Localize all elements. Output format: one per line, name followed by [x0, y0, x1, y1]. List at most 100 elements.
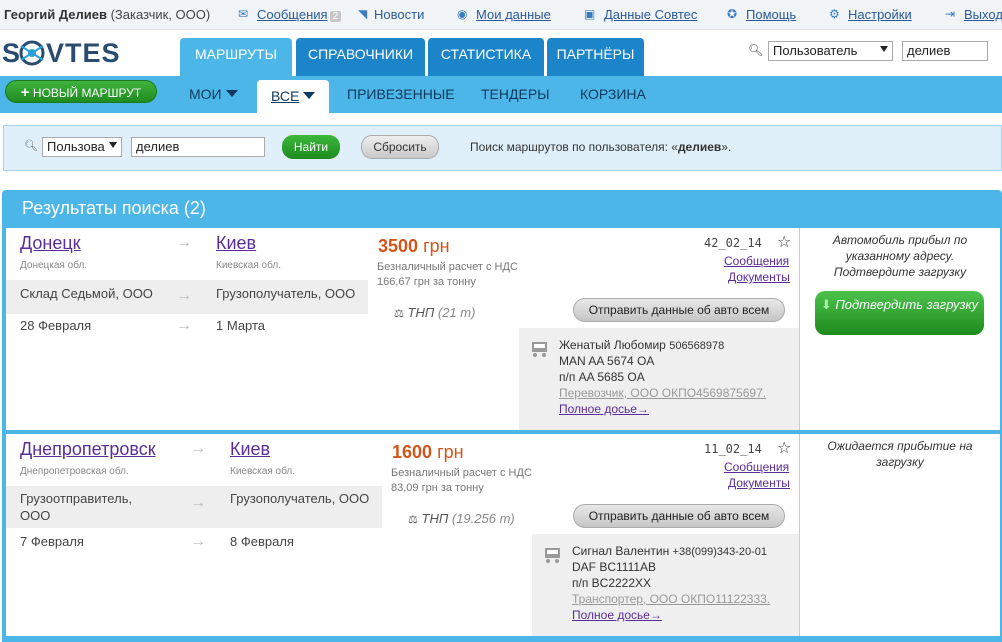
results-title: Результаты поиска (2): [22, 198, 206, 218]
arrow-icon: →: [190, 494, 206, 511]
profile-icon: ◉: [457, 7, 468, 21]
trailer-number: п/п AA 5685 OA: [559, 370, 645, 384]
confirm-label: Подтвердить загрузку: [835, 297, 979, 312]
send-vehicle-data-button[interactable]: Отправить данные об авто всем: [573, 298, 785, 322]
messages-link[interactable]: Сообщения: [724, 254, 789, 268]
tab-statistics[interactable]: СТАТИСТИКА: [428, 38, 544, 76]
subnav-mine-label: МОИ: [189, 86, 222, 102]
messages-link[interactable]: Сообщения: [724, 460, 789, 474]
messages-link[interactable]: Сообщения 2: [257, 7, 342, 22]
star-icon[interactable]: ☆: [777, 438, 791, 458]
header-search-input[interactable]: делиев: [902, 41, 988, 61]
user-role: (Заказчик, ООО): [110, 7, 211, 22]
arrow-icon: →: [190, 440, 206, 457]
logo[interactable]: S VTES: [2, 38, 142, 68]
to-city-link[interactable]: Киев: [230, 439, 270, 460]
date-from: 28 Февраля: [20, 318, 92, 333]
cargo-weight: (21 т): [437, 305, 476, 320]
svg-text:S: S: [2, 38, 21, 68]
price-value: 1600: [392, 442, 433, 462]
subnav-delivered[interactable]: ПРИВЕЗЕННЫЕ: [347, 86, 455, 102]
sub-navigation: + НОВЫЙ МАРШРУТ МОИ ВСЕ ПРИВЕЗЕННЫЕ ТЕНД…: [0, 76, 1002, 113]
date-from: 7 Февраля: [20, 534, 84, 549]
help-icon: ✪: [727, 7, 738, 21]
new-route-button[interactable]: + НОВЫЙ МАРШРУТ: [5, 80, 157, 103]
summary-suffix: ».: [721, 140, 732, 154]
arrow-icon: →: [176, 317, 192, 334]
payment-type: Безналичный расчет с НДС: [377, 261, 518, 273]
driver-name: Женатый Любомир: [559, 338, 666, 352]
subnav-tenders[interactable]: ТЕНДЕРЫ: [481, 86, 550, 102]
search-panel: 🔍︎ Пользова делиев Найти Сбросить Поиск …: [3, 125, 1002, 171]
subnav-all-label: ВСЕ: [271, 88, 300, 104]
vehicle-number: MAN AA 5674 OA: [559, 354, 655, 368]
subnav-trash[interactable]: КОРЗИНА: [580, 86, 646, 102]
parties-row: Склад Седьмой, ООО → Грузополучатель, ОО…: [6, 280, 368, 314]
date-to: 8 Февраля: [230, 534, 294, 549]
to-city-link[interactable]: Киев: [216, 233, 256, 254]
driver-name-line: Сигнал Валентин +38(099)343-20-01: [572, 544, 767, 558]
status-panel: Ожидается прибытие на загрузку: [799, 434, 1000, 636]
price: 1600 грн: [392, 442, 464, 463]
header-search-type-select[interactable]: Пользователь: [768, 41, 893, 61]
summary-prefix: Поиск маршрутов по пользователя: «: [470, 140, 678, 154]
star-icon[interactable]: ☆: [777, 232, 791, 252]
carrier-link[interactable]: Перевозчик, ООО ОКПО4569875697.: [559, 386, 766, 400]
tab-routes[interactable]: МАРШРУТЫ: [180, 38, 292, 76]
logout-link[interactable]: Выход: [964, 7, 1002, 22]
weight-icon: ⚖: [408, 514, 418, 526]
help-link[interactable]: Помощь: [746, 7, 796, 22]
status-panel: Автомобиль прибыл по указанному адресу. …: [799, 228, 1000, 430]
messages-count-badge: 2: [329, 11, 342, 22]
cargo: ⚖ ТНП (21 т): [394, 305, 475, 320]
download-arrow-icon: ⬇: [820, 297, 832, 312]
tab-partners[interactable]: ПАРТНЁРЫ: [547, 38, 644, 76]
from-city-link[interactable]: Днепропетровск: [20, 439, 156, 460]
trailer-number: п/п BC2222XX: [572, 576, 652, 590]
route-card: Днепропетровск Днепропетровская обл. → К…: [6, 434, 1000, 636]
payment-type: Безналичный расчет с НДС: [391, 467, 532, 479]
driver-name: Сигнал Валентин: [572, 544, 670, 558]
subnav-mine[interactable]: МОИ: [189, 86, 238, 102]
search-type-select[interactable]: Пользова: [42, 137, 122, 157]
vehicle-number: DAF BC1111AB: [572, 560, 657, 574]
arrow-icon: →: [176, 287, 192, 304]
documents-link[interactable]: Документы: [728, 476, 790, 490]
settings-link[interactable]: Настройки: [848, 7, 912, 22]
new-route-label: НОВЫЙ МАРШРУТ: [32, 86, 142, 100]
arrow-icon: →: [190, 533, 206, 550]
cargo-weight: (19.256 т): [451, 511, 515, 526]
weight-icon: ⚖: [394, 308, 404, 320]
sovtes-data-link[interactable]: Данные Совтес: [604, 7, 697, 22]
search-select-value: Пользова: [47, 139, 105, 154]
truck-icon: [545, 548, 560, 563]
subnav-all[interactable]: ВСЕ: [257, 80, 330, 113]
tab-directories[interactable]: СПРАВОЧНИКИ: [296, 38, 425, 76]
search-input[interactable]: делиев: [131, 137, 265, 157]
price-value: 3500: [378, 236, 419, 256]
sender: Склад Седьмой, ООО: [20, 286, 153, 301]
search-summary: Поиск маршрутов по пользователя: «делиев…: [470, 140, 731, 154]
reset-button[interactable]: Сбросить: [361, 135, 439, 159]
logout-icon: ⇥: [945, 7, 956, 21]
news-link[interactable]: Новости: [374, 7, 424, 22]
full-dossier-link[interactable]: Полное досье→: [572, 608, 662, 622]
driver-phone: 506568978: [669, 340, 725, 352]
from-region: Донецкая обл.: [20, 260, 88, 271]
plus-icon: +: [20, 84, 30, 101]
my-data-link[interactable]: Мои данные: [476, 7, 551, 22]
results-panel: Результаты поиска (2) Донецк Донецкая об…: [2, 190, 1002, 642]
send-vehicle-data-button[interactable]: Отправить данные об авто всем: [573, 504, 785, 528]
full-dossier-link[interactable]: Полное досье→: [559, 402, 649, 416]
documents-link[interactable]: Документы: [728, 270, 790, 284]
header-select-value: Пользователь: [773, 43, 858, 58]
find-button[interactable]: Найти: [282, 135, 340, 159]
cargo-type: ТНП: [421, 511, 449, 526]
from-city-link[interactable]: Донецк: [20, 233, 81, 254]
messages-label: Сообщения: [257, 7, 328, 22]
driver-phone: +38(099)343-20-01: [672, 546, 768, 558]
cargo: ⚖ ТНП (19.256 т): [408, 511, 515, 526]
price-per-ton: 83,09 грн за тонну: [391, 482, 484, 494]
carrier-link[interactable]: Транспортер, ООО ОКПО11122333.: [572, 592, 770, 606]
confirm-loading-button[interactable]: ⬇ Подтвердить загрузку: [815, 291, 984, 335]
